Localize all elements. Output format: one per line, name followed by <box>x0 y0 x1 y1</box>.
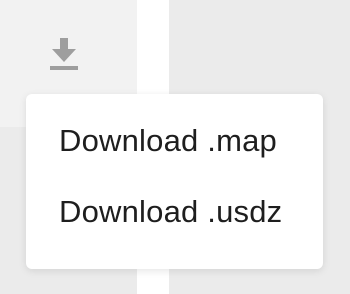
download-icon <box>50 38 78 70</box>
download-map-option[interactable]: Download .map <box>26 116 323 166</box>
download-usdz-option[interactable]: Download .usdz <box>26 187 323 237</box>
download-button[interactable] <box>44 30 84 76</box>
download-menu: Download .map Download .usdz <box>26 94 323 269</box>
